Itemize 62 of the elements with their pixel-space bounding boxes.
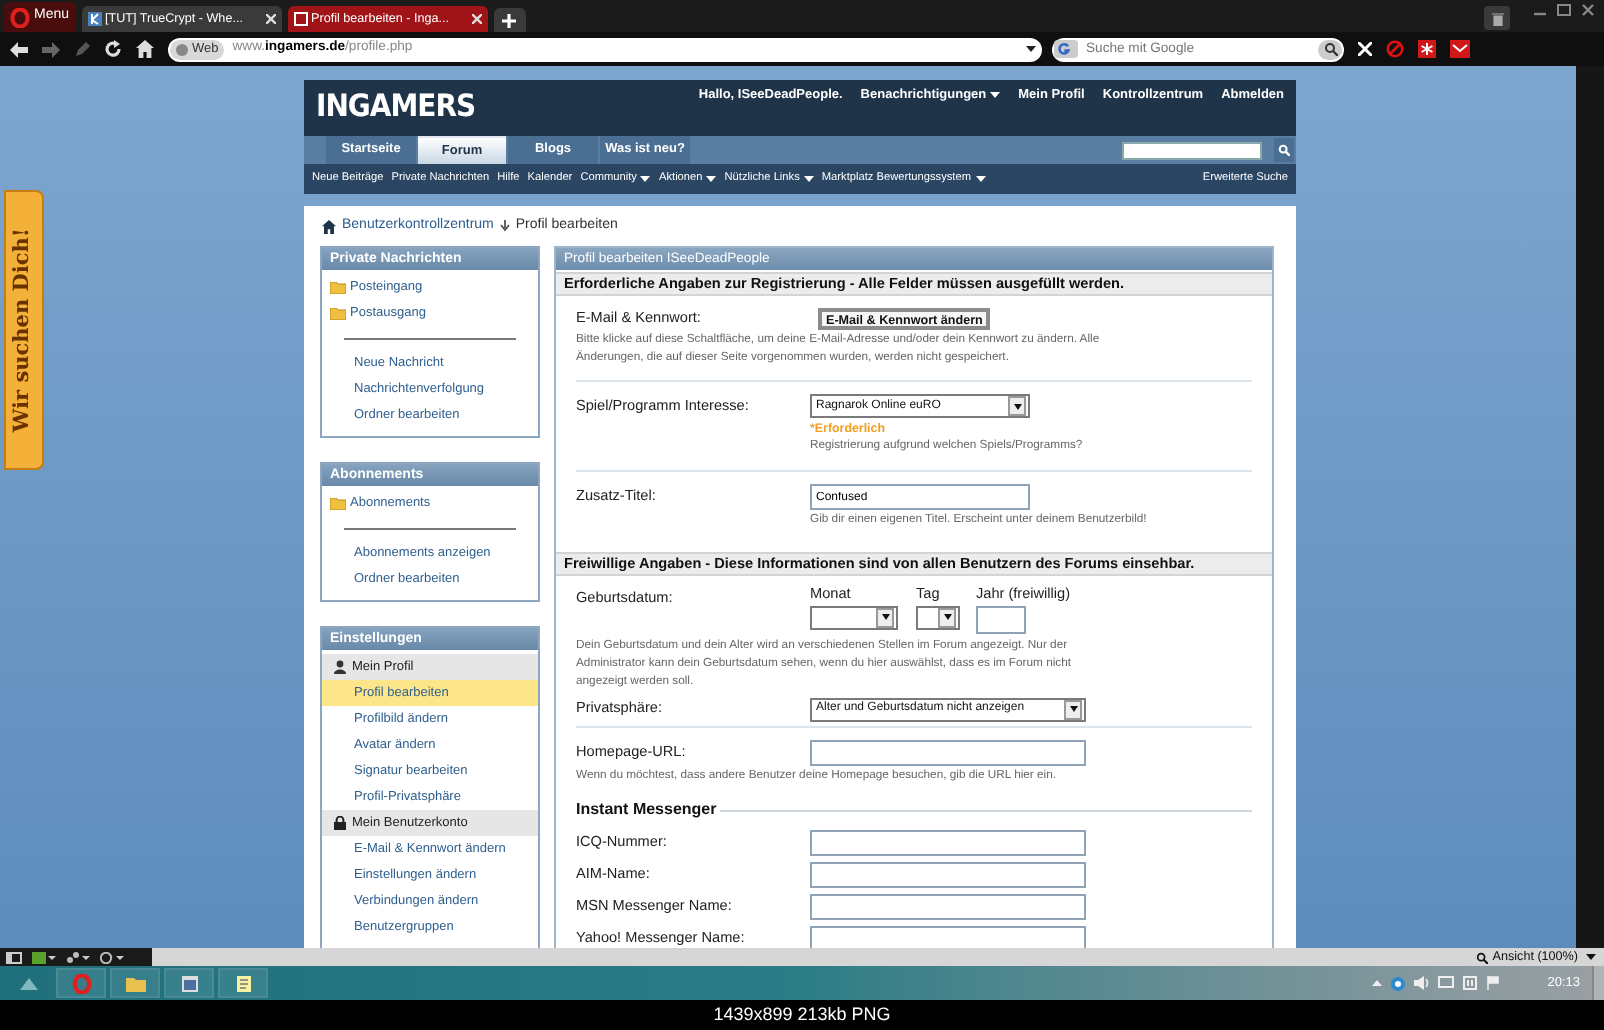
text-field[interactable]	[810, 829, 1086, 855]
text-field[interactable]	[810, 740, 1086, 766]
recruitment-banner[interactable]: Wir suchen Dich!	[4, 190, 44, 470]
trash-icon	[1491, 11, 1503, 25]
lock-icon	[334, 816, 346, 830]
dropdown-icon[interactable]	[1026, 46, 1036, 52]
start-icon	[19, 977, 37, 989]
magnifier-icon	[1476, 951, 1489, 963]
search-icon[interactable]	[1323, 42, 1337, 56]
opera-logo-icon	[10, 7, 30, 27]
taskbar-button[interactable]	[218, 968, 268, 998]
device-icon[interactable]	[1461, 976, 1478, 990]
block-icon[interactable]	[1386, 40, 1404, 58]
search-icon	[1278, 144, 1290, 156]
home-icon[interactable]	[136, 40, 154, 58]
dropdown-field[interactable]	[810, 605, 898, 630]
trash-button[interactable]	[1484, 6, 1510, 30]
dropdown-arrow-icon	[943, 614, 951, 621]
favicon-icon	[87, 12, 102, 26]
taskbar-button[interactable]	[164, 968, 214, 998]
dropdown-arrow-icon	[1013, 403, 1021, 409]
favicon-icon	[293, 12, 308, 26]
notepad-icon	[233, 973, 253, 993]
panel-icon[interactable]	[6, 951, 22, 963]
text-field[interactable]	[810, 893, 1086, 919]
globe-icon	[176, 43, 188, 55]
caret-icon	[1586, 954, 1596, 960]
reload-icon[interactable]	[104, 40, 122, 58]
search-button[interactable]	[1274, 138, 1294, 162]
subsection-heading: Instant Messenger	[576, 798, 717, 822]
monitor-icon[interactable]	[1437, 976, 1454, 990]
circle-icon[interactable]	[1389, 975, 1406, 991]
mail-icon[interactable]	[1450, 40, 1470, 58]
text-field[interactable]	[810, 925, 1086, 948]
arrow-icon	[499, 220, 510, 232]
network-icon[interactable]	[66, 951, 90, 963]
pencil-icon[interactable]	[74, 41, 90, 57]
dropdown-arrow-icon	[1069, 706, 1077, 713]
person-icon	[334, 660, 346, 674]
window-icon	[179, 973, 199, 993]
plus-icon	[502, 13, 517, 27]
forward-icon[interactable]	[42, 41, 60, 57]
site-logo[interactable]: INGAMERS	[316, 89, 476, 139]
asterisk-icon[interactable]	[1418, 40, 1436, 58]
volume-icon[interactable]	[1413, 976, 1430, 990]
maximize-icon[interactable]	[1556, 4, 1572, 16]
new-tab-button[interactable]	[493, 8, 526, 32]
search-field[interactable]	[1122, 141, 1262, 159]
opera-icon	[71, 973, 91, 993]
dropdown-arrow-icon	[881, 614, 889, 621]
folder-icon	[330, 497, 346, 509]
text-field[interactable]	[976, 605, 1026, 634]
sync-icon[interactable]	[32, 951, 56, 963]
home-icon[interactable]	[322, 219, 336, 233]
flag-icon[interactable]	[1485, 976, 1500, 990]
back-icon[interactable]	[10, 41, 28, 57]
chevron-up-icon[interactable]	[1371, 980, 1382, 986]
google-icon[interactable]	[1054, 40, 1078, 58]
gauge-icon[interactable]	[100, 951, 124, 963]
dropdown-field[interactable]	[916, 605, 960, 630]
folder-icon	[125, 973, 145, 993]
text-field[interactable]	[810, 861, 1086, 887]
